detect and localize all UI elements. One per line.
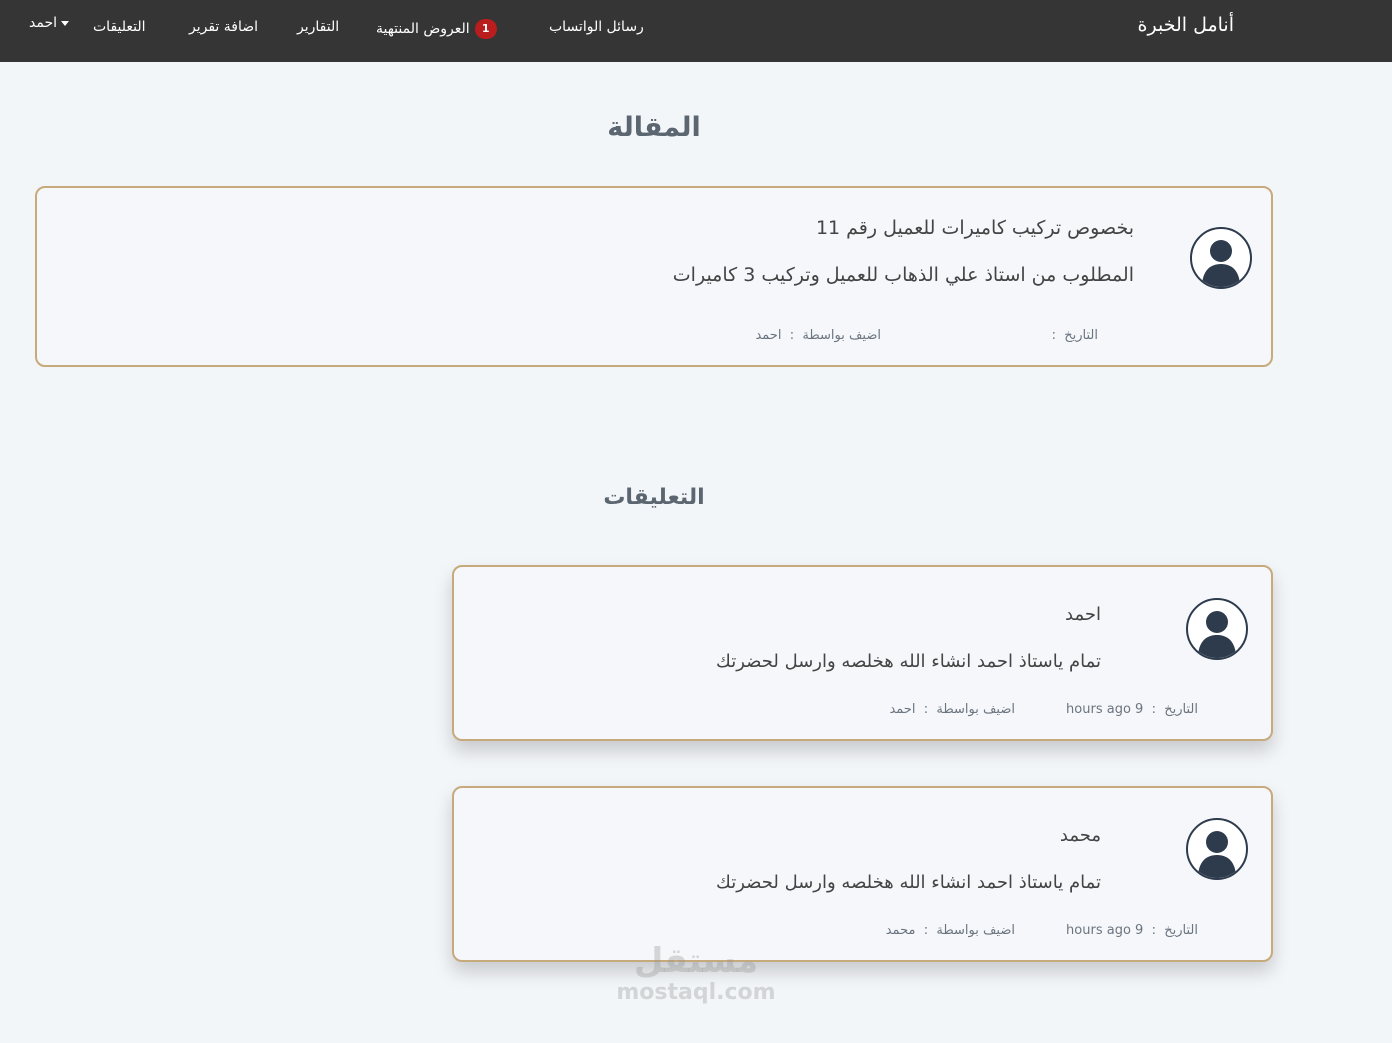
article-section-title: المقالة — [607, 112, 701, 143]
top-navbar: أنامل الخبرة رسائل الواتساب 1العروض المن… — [0, 0, 1392, 62]
comment-date: التاريخ : 9 hours ago — [1066, 923, 1198, 938]
date-label: التاريخ — [1164, 702, 1198, 717]
caret-down-icon — [61, 20, 69, 26]
watermark-latin: mostaql.com — [616, 980, 776, 1005]
comment-author: محمد — [1059, 825, 1101, 846]
user-avatar-icon — [1186, 598, 1248, 660]
user-avatar-icon — [1186, 818, 1248, 880]
comment-added-by: اضيف بواسطة : احمد — [889, 702, 1015, 717]
date-label: التاريخ — [1164, 923, 1198, 938]
article-date: التاريخ : — [1047, 328, 1098, 343]
added-by-label: اضيف بواسطة — [936, 923, 1015, 938]
article-title: بخصوص تركيب كاميرات للعميل رقم 11 — [815, 217, 1134, 239]
nav-reports[interactable]: التقارير — [297, 19, 339, 35]
nav-add-report[interactable]: اضافة تقرير — [189, 19, 258, 35]
comment-card: احمد تمام ياستاذ احمد انشاء الله هخلصه و… — [452, 565, 1273, 741]
comments-section-title: التعليقات — [603, 485, 705, 510]
date-label: التاريخ — [1064, 328, 1098, 343]
expired-offers-badge: 1 — [474, 19, 497, 39]
date-value: 9 hours ago — [1066, 923, 1144, 938]
article-body: المطلوب من استاذ علي الذهاب للعميل وتركي… — [672, 264, 1134, 286]
comment-added-by: اضيف بواسطة : محمد — [885, 923, 1015, 938]
added-by-label: اضيف بواسطة — [936, 702, 1015, 717]
comment-date: التاريخ : 9 hours ago — [1066, 702, 1198, 717]
brand-logo[interactable]: أنامل الخبرة — [1138, 14, 1234, 36]
comment-author: احمد — [1065, 604, 1101, 625]
nav-expired-offers[interactable]: 1العروض المنتهية — [376, 19, 497, 39]
added-by-value: محمد — [885, 923, 916, 938]
added-by-label: اضيف بواسطة — [802, 328, 881, 343]
user-name: احمد — [29, 15, 57, 31]
nav-comments[interactable]: التعليقات — [93, 19, 146, 35]
article-added-by: اضيف بواسطة : احمد — [755, 328, 881, 343]
comment-text: تمام ياستاذ احمد انشاء الله هخلصه وارسل … — [716, 651, 1101, 672]
added-by-value: احمد — [755, 328, 782, 343]
user-dropdown[interactable]: احمد — [29, 15, 69, 31]
nav-whatsapp-messages[interactable]: رسائل الواتساب — [549, 19, 644, 35]
date-value: 9 hours ago — [1066, 702, 1144, 717]
article-card: بخصوص تركيب كاميرات للعميل رقم 11 المطلو… — [35, 186, 1273, 367]
comment-card: محمد تمام ياستاذ احمد انشاء الله هخلصه و… — [452, 786, 1273, 962]
user-avatar-icon — [1190, 227, 1252, 289]
comment-text: تمام ياستاذ احمد انشاء الله هخلصه وارسل … — [716, 872, 1101, 893]
added-by-value: احمد — [889, 702, 916, 717]
nav-expired-offers-label: العروض المنتهية — [376, 21, 470, 37]
